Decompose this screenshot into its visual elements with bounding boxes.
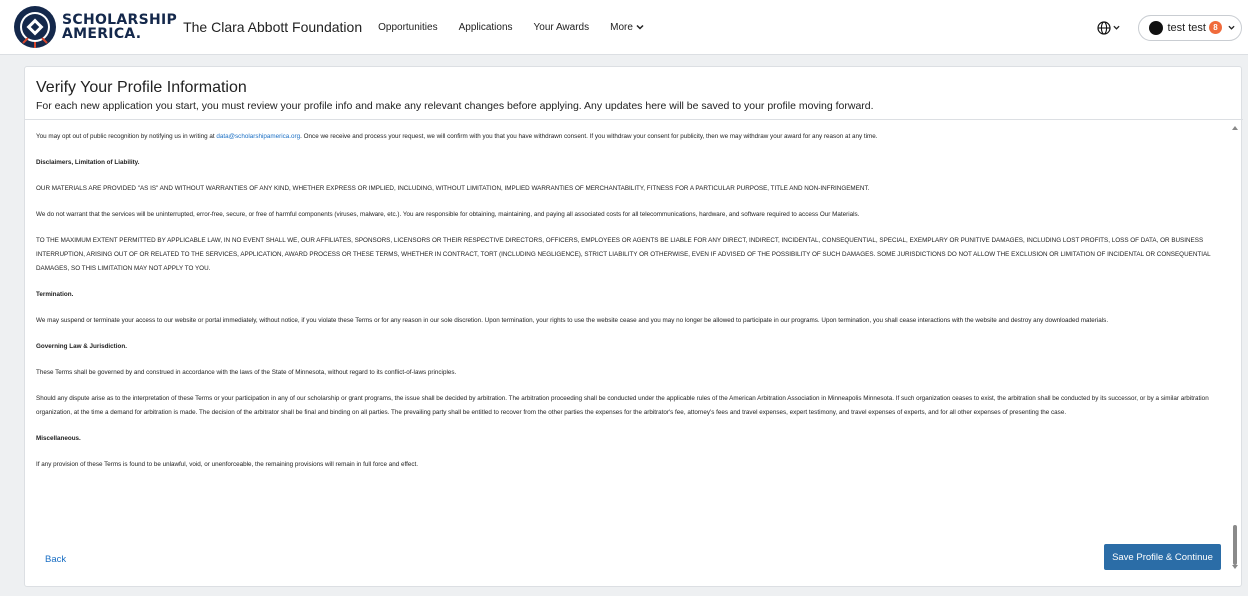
- logo-line-1: SCHOLARSHIP: [62, 12, 178, 28]
- logo-line-2: AMERICA.: [62, 26, 142, 42]
- organization-name: The Clara Abbott Foundation: [183, 19, 363, 35]
- nav-applications[interactable]: Applications: [459, 22, 513, 33]
- user-menu-button[interactable]: test test 8: [1138, 14, 1242, 41]
- save-profile-continue-button[interactable]: Save Profile & Continue: [1104, 544, 1221, 570]
- scrollbar-thumb[interactable]: [1233, 525, 1237, 565]
- scholarship-america-logo-icon: [14, 6, 56, 48]
- terms-text: You may opt out of public recognition by…: [36, 133, 217, 140]
- terms-text: . Once we receive and process your reque…: [300, 133, 878, 140]
- logo-wordmark: SCHOLARSHIP AMERICA.: [62, 13, 177, 41]
- scholarship-america-logo[interactable]: SCHOLARSHIP AMERICA.: [13, 5, 177, 49]
- chevron-down-icon: [1228, 25, 1235, 30]
- nav-your-awards[interactable]: Your Awards: [534, 22, 590, 33]
- terms-heading-governing-law: Governing Law & Jurisdiction.: [36, 343, 127, 350]
- terms-scroll-region[interactable]: You may opt out of public recognition by…: [25, 120, 1243, 520]
- terms-heading-termination: Termination.: [36, 291, 74, 298]
- avatar: [1149, 20, 1164, 35]
- nav-more[interactable]: More: [610, 22, 644, 33]
- terms-paragraph-opt-out: You may opt out of public recognition by…: [36, 130, 1226, 144]
- card-header: Verify Your Profile Information For each…: [36, 79, 874, 112]
- verify-profile-card: Verify Your Profile Information For each…: [24, 66, 1243, 587]
- main-nav: Opportunities Applications Your Awards M…: [378, 22, 665, 33]
- page-subtitle: For each new application you start, you …: [36, 100, 874, 112]
- terms-content: You may opt out of public recognition by…: [36, 130, 1226, 484]
- terms-paragraph-as-is: OUR MATERIALS ARE PROVIDED "AS IS" AND W…: [36, 185, 870, 192]
- terms-paragraph-dispute: Should any dispute arise as to the inter…: [36, 395, 1209, 416]
- scroll-up-arrow-icon[interactable]: [1232, 126, 1238, 130]
- notification-badge: 8: [1209, 21, 1222, 34]
- chevron-down-icon: [1113, 25, 1121, 30]
- terms-paragraph-warranty: We do not warrant that the services will…: [36, 211, 860, 218]
- header-tools: test test 8: [1097, 0, 1248, 55]
- nav-more-label: More: [610, 21, 633, 33]
- top-navigation-bar: SCHOLARSHIP AMERICA. The Clara Abbott Fo…: [0, 0, 1248, 55]
- user-name: test test: [1167, 21, 1206, 34]
- back-button[interactable]: Back: [45, 554, 66, 565]
- terms-paragraph-termination: We may suspend or terminate your access …: [36, 317, 1109, 324]
- terms-paragraph-governing-law: These Terms shall be governed by and con…: [36, 369, 457, 376]
- nav-opportunities[interactable]: Opportunities: [378, 22, 437, 33]
- terms-scrollbar[interactable]: [1229, 120, 1241, 575]
- terms-heading-disclaimers: Disclaimers, Limitation of Liability.: [36, 159, 140, 166]
- globe-icon: [1097, 20, 1112, 35]
- terms-paragraph-miscellaneous: If any provision of these Terms is found…: [36, 461, 418, 468]
- page-title: Verify Your Profile Information: [36, 79, 247, 96]
- scroll-down-arrow-icon[interactable]: [1232, 565, 1238, 569]
- language-selector[interactable]: [1097, 20, 1121, 35]
- chevron-down-icon: [636, 24, 644, 30]
- email-link[interactable]: data@scholarshipamerica.org: [216, 133, 300, 140]
- terms-paragraph-liability: TO THE MAXIMUM EXTENT PERMITTED BY APPLI…: [36, 237, 1211, 272]
- terms-heading-miscellaneous: Miscellaneous.: [36, 435, 81, 442]
